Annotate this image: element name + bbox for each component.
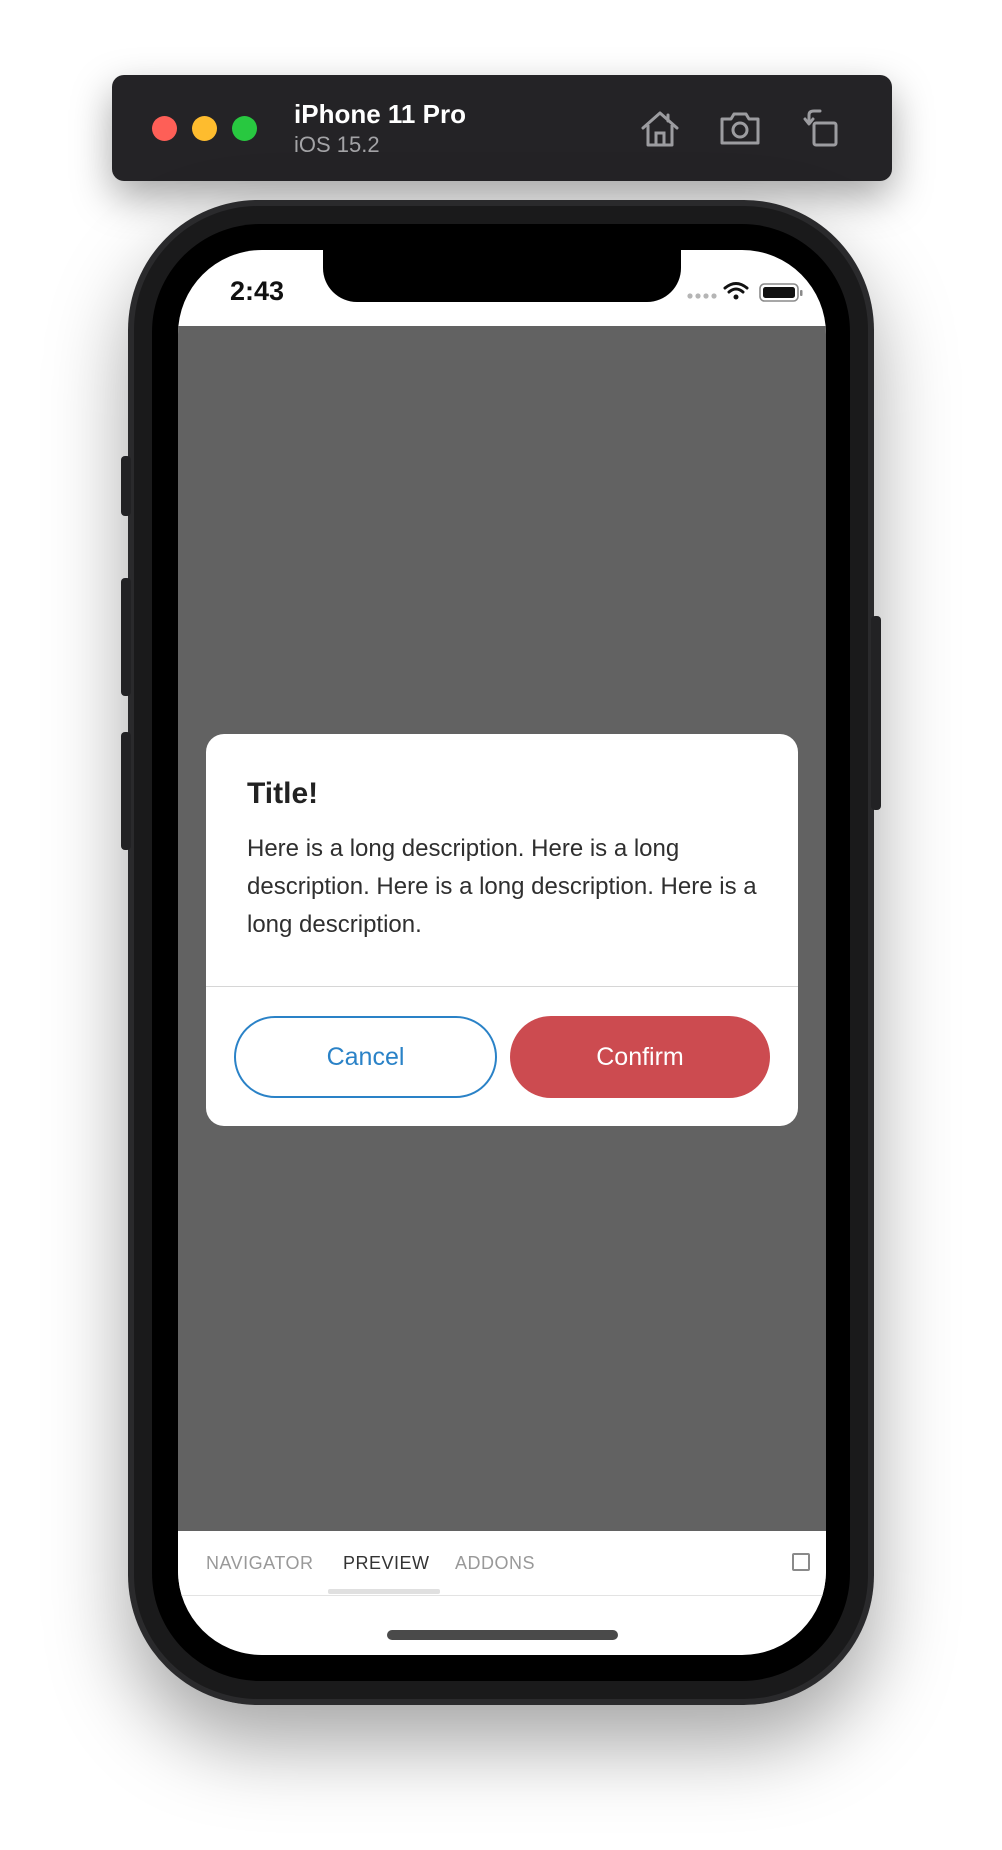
close-window-button[interactable] xyxy=(152,116,177,141)
tab-addons[interactable]: ADDONS xyxy=(455,1553,535,1574)
volume-up-button xyxy=(121,578,131,696)
battery-icon xyxy=(759,283,803,302)
cancel-button[interactable]: Cancel xyxy=(234,1016,497,1098)
dialog-description: Here is a long description. Here is a lo… xyxy=(247,835,757,938)
home-icon[interactable] xyxy=(637,105,683,151)
power-button xyxy=(871,616,881,810)
os-version: iOS 15.2 xyxy=(294,132,380,157)
volume-down-button xyxy=(121,732,131,850)
tab-navigator[interactable]: NAVIGATOR xyxy=(206,1553,314,1574)
mute-switch xyxy=(121,456,131,516)
confirm-dialog: Title! Here is a long description. Here … xyxy=(206,734,798,1126)
home-indicator[interactable] xyxy=(387,1630,618,1640)
dialog-title: Title! xyxy=(247,777,319,810)
screenshot-icon[interactable] xyxy=(718,105,764,151)
storybook-addon-bar: NAVIGATOR PREVIEW ADDONS xyxy=(178,1531,826,1596)
phone-screen: 2:43 Title! Here is a long description. … xyxy=(178,250,826,1655)
confirm-button[interactable]: Confirm xyxy=(510,1016,770,1098)
notch xyxy=(323,250,681,302)
tab-preview[interactable]: PREVIEW xyxy=(343,1553,430,1574)
rotate-icon[interactable] xyxy=(800,105,846,151)
device-name: iPhone 11 Pro xyxy=(294,99,466,129)
status-icons xyxy=(686,280,806,304)
zoom-window-button[interactable] xyxy=(232,116,257,141)
toggle-checkbox-icon[interactable] xyxy=(792,1553,810,1571)
wifi-icon xyxy=(723,282,749,300)
minimize-window-button[interactable] xyxy=(192,116,217,141)
dialog-divider xyxy=(206,986,798,987)
status-time: 2:43 xyxy=(230,276,285,306)
modal-backdrop[interactable]: Title! Here is a long description. Here … xyxy=(178,326,826,1531)
cellular-dots-icon xyxy=(687,293,717,299)
simulator-toolbar xyxy=(112,75,892,181)
active-tab-indicator xyxy=(328,1589,440,1594)
